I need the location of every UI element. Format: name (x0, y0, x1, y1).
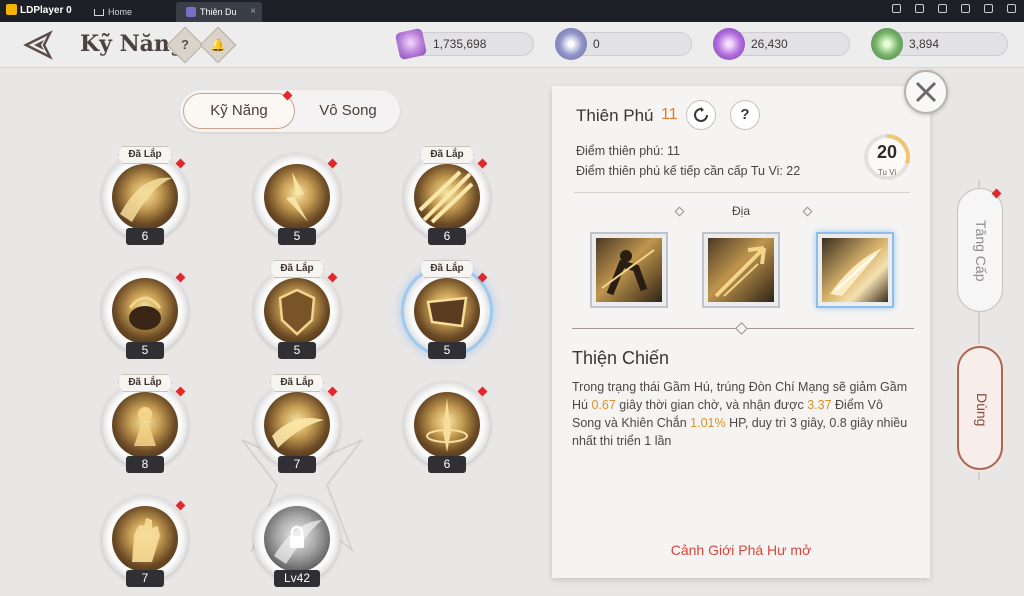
help-button[interactable]: ? (166, 26, 204, 64)
skill-level: 7 (126, 570, 164, 587)
minimize-icon[interactable] (961, 4, 970, 13)
game-header: Kỹ Năng ? 🔔 1,735,698 0 26,430 3,894 (0, 22, 1024, 68)
account-icon[interactable] (915, 4, 924, 13)
skill-level: 7 (278, 456, 316, 473)
reset-button[interactable] (686, 100, 716, 130)
skill-icon (112, 392, 178, 458)
tab-thien-du[interactable]: Thiên Du × (176, 2, 262, 22)
emulator-brand: LDPlayer 0 (6, 4, 72, 16)
back-button[interactable] (20, 30, 60, 60)
equipped-badge: Đã Lắp (270, 374, 324, 392)
skill-icon (264, 278, 330, 344)
arrow-strike-icon (708, 238, 774, 302)
talent-option-3-selected[interactable] (816, 232, 894, 308)
upgrade-button[interactable]: Tăng Cấp (957, 188, 1003, 312)
skill-icon (264, 164, 330, 230)
gamepad-icon[interactable] (892, 4, 901, 13)
equipped-badge: Đã Lắp (420, 260, 474, 278)
talent-description: Trong trạng thái Gầm Hú, trúng Đòn Chí M… (572, 380, 908, 448)
skill-slot-3[interactable]: Đã Lắp 6 (404, 146, 490, 246)
skill-slot-11-locked[interactable]: Lv42 (254, 488, 340, 588)
reset-icon (694, 107, 708, 122)
talent-points: Điểm thiên phú: 11 (576, 144, 680, 158)
bell-button[interactable]: 🔔 (199, 26, 237, 64)
skill-level: 5 (278, 228, 316, 245)
skill-icon (112, 506, 178, 572)
close-icon (915, 81, 937, 103)
skill-level: 5 (428, 342, 466, 359)
panel-title: Thiên Phú (576, 106, 654, 125)
bell-icon: 🔔 (210, 38, 226, 52)
maximize-icon[interactable] (984, 4, 993, 13)
star-compass-icon (555, 28, 587, 60)
skill-level: 5 (278, 342, 316, 359)
skill-slot-10[interactable]: 7 (102, 488, 188, 588)
tu-vi-value: 20 (876, 142, 898, 162)
currency-compass[interactable]: 0 (555, 28, 692, 60)
tu-vi-gauge: 20 Tu Vi (864, 134, 910, 180)
skill-slot-5[interactable]: Đã Lắp 5 (254, 260, 340, 360)
close-window-icon[interactable] (1007, 4, 1016, 13)
currency-orb[interactable]: 26,430 (713, 28, 850, 60)
tu-vi-label: Tu Vi (877, 168, 897, 177)
skill-level: 8 (126, 456, 164, 473)
skill-icon (112, 278, 178, 344)
skill-icon (414, 392, 480, 458)
tab-ky-nang[interactable]: Kỹ Năng (183, 93, 295, 129)
equipped-badge: Đã Lắp (270, 260, 324, 278)
tab-close-icon[interactable]: × (250, 2, 256, 22)
skill-slot-6-selected[interactable]: Đã Lắp 5 (404, 260, 490, 360)
close-button[interactable] (904, 70, 948, 114)
window-controls (892, 4, 1016, 13)
golden-slash-icon (822, 238, 888, 302)
skill-slot-7[interactable]: Đã Lắp 8 (102, 374, 188, 474)
skill-level: 6 (126, 228, 164, 245)
realm-unlock-link[interactable]: Cảnh Giới Phá Hư mở (552, 542, 930, 558)
skill-slot-1[interactable]: Đã Lắp 6 (102, 146, 188, 246)
warrior-dash-icon (596, 238, 662, 302)
skill-icon (264, 506, 330, 572)
skill-icon (264, 392, 330, 458)
game-icon (186, 7, 196, 17)
skill-icon (414, 278, 480, 344)
use-button[interactable]: Dùng (957, 346, 1003, 470)
green-jade-icon (871, 28, 903, 60)
skill-slot-9[interactable]: 6 (404, 374, 490, 474)
back-arrow-icon (23, 30, 53, 60)
divider-diamond (735, 322, 748, 335)
question-icon: ? (181, 37, 189, 52)
tab-home[interactable]: Home (84, 2, 174, 22)
purple-orb-icon (713, 28, 745, 60)
currency-crystal[interactable]: 1,735,698 (394, 27, 534, 61)
tier-label: Địa (731, 204, 750, 218)
skill-level: 6 (428, 456, 466, 473)
menu-icon[interactable] (938, 4, 947, 13)
ldplayer-logo-icon (6, 4, 17, 15)
info-button[interactable]: ? (730, 100, 760, 130)
talent-option-2[interactable] (702, 232, 780, 308)
talent-detail-panel: Thiên Phú 11 ? Điểm thiên phú: 11 Điểm t… (552, 86, 930, 578)
talent-name: Thiện Chiến (572, 348, 670, 368)
skill-icon (112, 164, 178, 230)
tab-vo-song[interactable]: Vô Song (300, 93, 396, 129)
divider (574, 192, 910, 193)
talent-count: 11 (661, 106, 678, 123)
purple-crystal-icon (394, 27, 428, 61)
skill-unlock-level: Lv42 (274, 570, 320, 587)
emulator-titlebar: LDPlayer 0 Home Thiên Du × (0, 0, 1024, 22)
currency-jade[interactable]: 3,894 (871, 28, 1008, 60)
equipped-badge: Đã Lắp (118, 146, 172, 164)
skill-icon (414, 164, 480, 230)
talent-option-1[interactable] (590, 232, 668, 308)
skill-slot-2[interactable]: 5 (254, 146, 340, 246)
skill-tabs: Kỹ Năng Vô Song (180, 90, 400, 132)
skill-slot-4[interactable]: 5 (102, 260, 188, 360)
skill-slot-8[interactable]: Đã Lắp 7 (254, 374, 340, 474)
skill-level: 5 (126, 342, 164, 359)
equipped-badge: Đã Lắp (118, 374, 172, 392)
home-icon (94, 9, 104, 16)
next-point-requirement: Điểm thiên phú kế tiếp cần cấp Tu Vi: 22 (576, 164, 801, 178)
equipped-badge: Đã Lắp (420, 146, 474, 164)
skill-level: 6 (428, 228, 466, 245)
